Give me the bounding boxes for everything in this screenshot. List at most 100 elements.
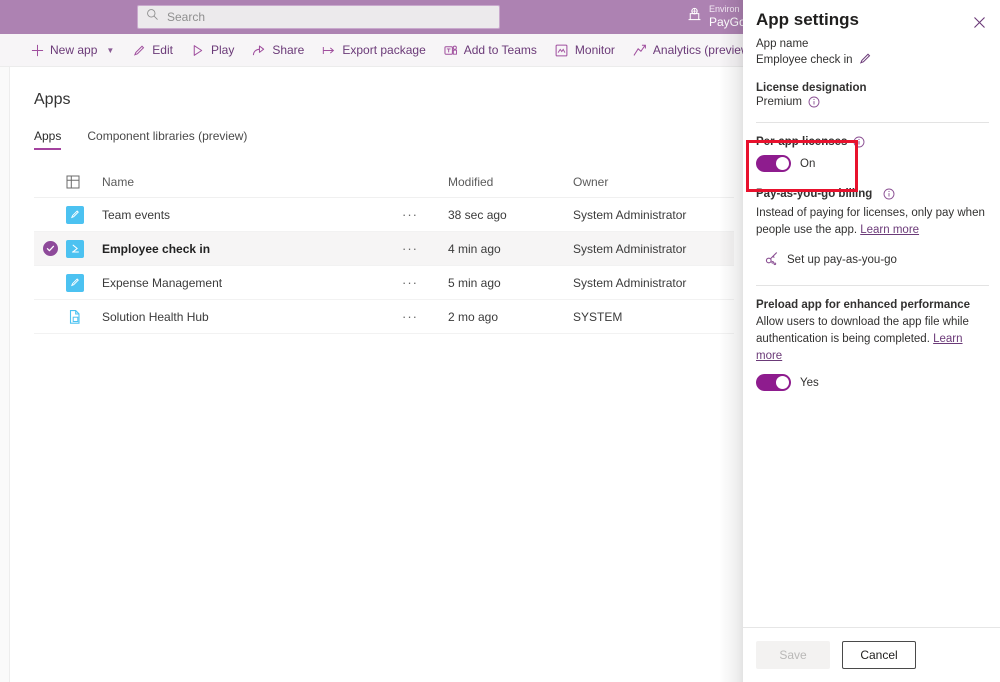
search-input[interactable]: Search	[137, 5, 500, 29]
apps-table: Name Modified Owner Team events ··· 38 s…	[34, 167, 734, 334]
left-navigation-rail	[0, 67, 10, 682]
column-header-modified[interactable]: Modified	[448, 175, 573, 189]
app-modified: 2 mo ago	[448, 310, 573, 324]
pencil-icon[interactable]	[859, 52, 872, 68]
plus-icon	[30, 43, 44, 57]
app-settings-panel: App settings App name Employee check in …	[743, 0, 1000, 682]
export-package-button[interactable]: Export package	[322, 43, 425, 57]
monitor-icon	[555, 43, 569, 57]
column-header-name[interactable]: Name	[102, 175, 402, 189]
app-modified: 5 min ago	[448, 276, 573, 290]
preload-app-toggle[interactable]	[756, 374, 791, 391]
search-icon	[146, 8, 159, 26]
tab-component-libraries[interactable]: Component libraries (preview)	[87, 129, 247, 150]
share-button[interactable]: Share	[252, 43, 304, 57]
panel-footer: Save Cancel	[743, 627, 1000, 682]
cancel-button[interactable]: Cancel	[842, 641, 916, 669]
play-label: Play	[211, 43, 234, 57]
preload-toggle-row: Yes	[756, 374, 989, 391]
per-app-licenses-toggle[interactable]	[756, 155, 791, 172]
app-icon-cell	[66, 274, 102, 292]
row-more-actions[interactable]: ···	[402, 309, 448, 324]
table-header-row: Name Modified Owner	[34, 167, 734, 198]
play-button[interactable]: Play	[191, 43, 234, 57]
preload-app-label: Preload app for enhanced performance	[756, 299, 989, 311]
analytics-icon	[633, 43, 647, 57]
info-icon[interactable]	[853, 136, 865, 148]
license-designation-label: License designation	[756, 82, 989, 94]
row-more-actions[interactable]: ···	[402, 207, 448, 222]
close-icon[interactable]	[970, 13, 988, 31]
info-icon[interactable]	[883, 188, 895, 200]
share-label: Share	[272, 43, 304, 57]
app-modified: 4 min ago	[448, 242, 573, 256]
new-app-label: New app	[50, 43, 97, 57]
app-name[interactable]: Team events	[102, 208, 402, 222]
column-header-owner[interactable]: Owner	[573, 175, 733, 189]
save-button[interactable]: Save	[756, 641, 830, 669]
canvas-app-icon	[66, 240, 84, 258]
per-app-licenses-toggle-row: On	[756, 155, 989, 172]
app-name[interactable]: Employee check in	[102, 242, 402, 256]
column-options-icon[interactable]	[66, 175, 102, 189]
app-root: Search Environ PayGo New app	[0, 0, 1000, 682]
setup-payg-link[interactable]: Set up pay-as-you-go	[764, 251, 989, 269]
app-name[interactable]: Expense Management	[102, 276, 402, 290]
analytics-button[interactable]: Analytics (preview)	[633, 43, 754, 57]
divider	[756, 285, 989, 286]
app-owner: System Administrator	[573, 208, 733, 222]
table-row[interactable]: Team events ··· 38 sec ago System Admini…	[34, 198, 734, 232]
pencil-icon	[132, 43, 146, 57]
add-to-teams-label: Add to Teams	[464, 43, 537, 57]
new-app-button[interactable]: New app ▼	[30, 43, 114, 57]
tab-list: Apps Component libraries (preview)	[34, 129, 247, 150]
payg-learn-more-link[interactable]: Learn more	[860, 224, 919, 236]
row-more-actions[interactable]: ···	[402, 241, 448, 256]
app-owner: System Administrator	[573, 242, 733, 256]
chevron-down-icon: ▼	[106, 46, 114, 55]
app-owner: SYSTEM	[573, 310, 733, 324]
preload-toggle-state: Yes	[800, 377, 819, 389]
row-more-actions[interactable]: ···	[402, 275, 448, 290]
license-designation-value-row: Premium	[756, 96, 989, 108]
teams-icon	[444, 43, 458, 57]
row-select-checkbox[interactable]	[34, 241, 66, 256]
table-row[interactable]: Solution Health Hub ··· 2 mo ago SYSTEM	[34, 300, 734, 334]
app-icon-cell	[66, 308, 102, 326]
app-name[interactable]: Solution Health Hub	[102, 310, 402, 324]
monitor-button[interactable]: Monitor	[555, 43, 615, 57]
app-modified: 38 sec ago	[448, 208, 573, 222]
environment-indicator[interactable]: Environ PayGo	[686, 2, 744, 32]
model-app-icon	[66, 308, 84, 326]
app-owner: System Administrator	[573, 276, 733, 290]
page-title: Apps	[34, 91, 70, 109]
app-name-value: Employee check in	[756, 54, 853, 66]
export-package-label: Export package	[342, 43, 425, 57]
export-icon	[322, 43, 336, 57]
setup-payg-label: Set up pay-as-you-go	[787, 254, 897, 266]
checkmark-icon	[43, 241, 58, 256]
tab-apps[interactable]: Apps	[34, 129, 61, 150]
table-row[interactable]: Employee check in ··· 4 min ago System A…	[34, 232, 734, 266]
info-icon[interactable]	[808, 96, 820, 108]
divider	[756, 122, 989, 123]
main-content: Apps Apps Component libraries (preview) …	[11, 67, 741, 682]
search-placeholder: Search	[167, 10, 205, 24]
add-to-teams-button[interactable]: Add to Teams	[444, 43, 537, 57]
play-icon	[191, 43, 205, 57]
environment-name: PayGo	[709, 15, 744, 30]
app-icon-cell	[66, 206, 102, 224]
payg-label-row: Pay-as-you-go billing	[756, 188, 989, 200]
per-app-licenses-label-row: Per-app licenses	[756, 136, 989, 148]
canvas-app-icon	[66, 274, 84, 292]
table-row[interactable]: Expense Management ··· 5 min ago System …	[34, 266, 734, 300]
payg-billing-label: Pay-as-you-go billing	[756, 188, 872, 200]
per-app-licenses-label: Per-app licenses	[756, 136, 847, 148]
environment-label: Environ	[709, 4, 744, 15]
per-app-licenses-toggle-state: On	[800, 158, 815, 170]
app-name-value-row: Employee check in	[756, 52, 989, 68]
edit-button[interactable]: Edit	[132, 43, 173, 57]
canvas-app-icon	[66, 206, 84, 224]
environment-icon	[686, 6, 703, 28]
key-settings-icon	[764, 251, 779, 269]
